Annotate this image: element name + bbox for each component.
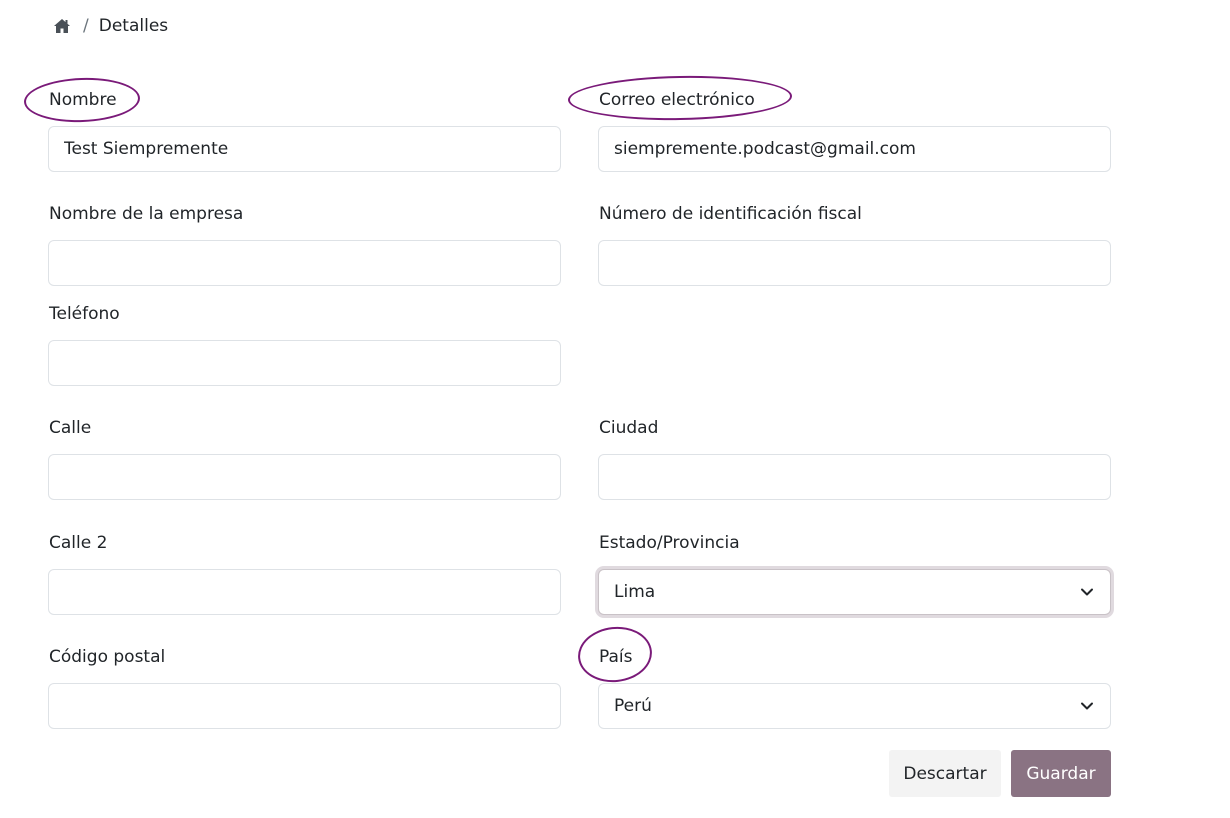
street2-label: Calle 2 [49,533,108,553]
breadcrumb-current: Detalles [98,16,169,36]
country-select[interactable]: Perú [598,683,1111,729]
discard-button[interactable]: Descartar [889,750,1001,797]
tax-id-input[interactable] [598,240,1111,286]
chevron-down-icon [1081,702,1093,710]
chevron-down-icon [1081,588,1093,596]
home-icon[interactable] [53,17,71,35]
state-select-value: Lima [614,582,656,602]
zip-input[interactable] [48,683,561,729]
street2-input[interactable] [48,569,561,615]
name-label: Nombre [49,90,117,110]
zip-label: Código postal [49,647,166,667]
phone-label: Teléfono [49,304,120,324]
tax-id-label: Número de identificación fiscal [599,204,862,224]
street-input[interactable] [48,454,561,500]
city-input[interactable] [598,454,1111,500]
city-label: Ciudad [599,418,659,438]
street-label: Calle [49,418,92,438]
save-button[interactable]: Guardar [1011,750,1111,797]
company-label: Nombre de la empresa [49,204,244,224]
breadcrumb: / Detalles [53,16,168,36]
country-select-value: Perú [614,696,652,716]
breadcrumb-separator: / [83,16,89,36]
phone-input[interactable] [48,340,561,386]
state-label: Estado/Provincia [599,533,740,553]
company-input[interactable] [48,240,561,286]
email-input[interactable] [598,126,1111,172]
email-label: Correo electrónico [599,90,755,110]
state-select[interactable]: Lima [598,569,1111,615]
details-page: / Detalles Nombre Correo electrónico Nom… [0,0,1230,818]
name-input[interactable] [48,126,561,172]
country-label: País [599,647,633,667]
